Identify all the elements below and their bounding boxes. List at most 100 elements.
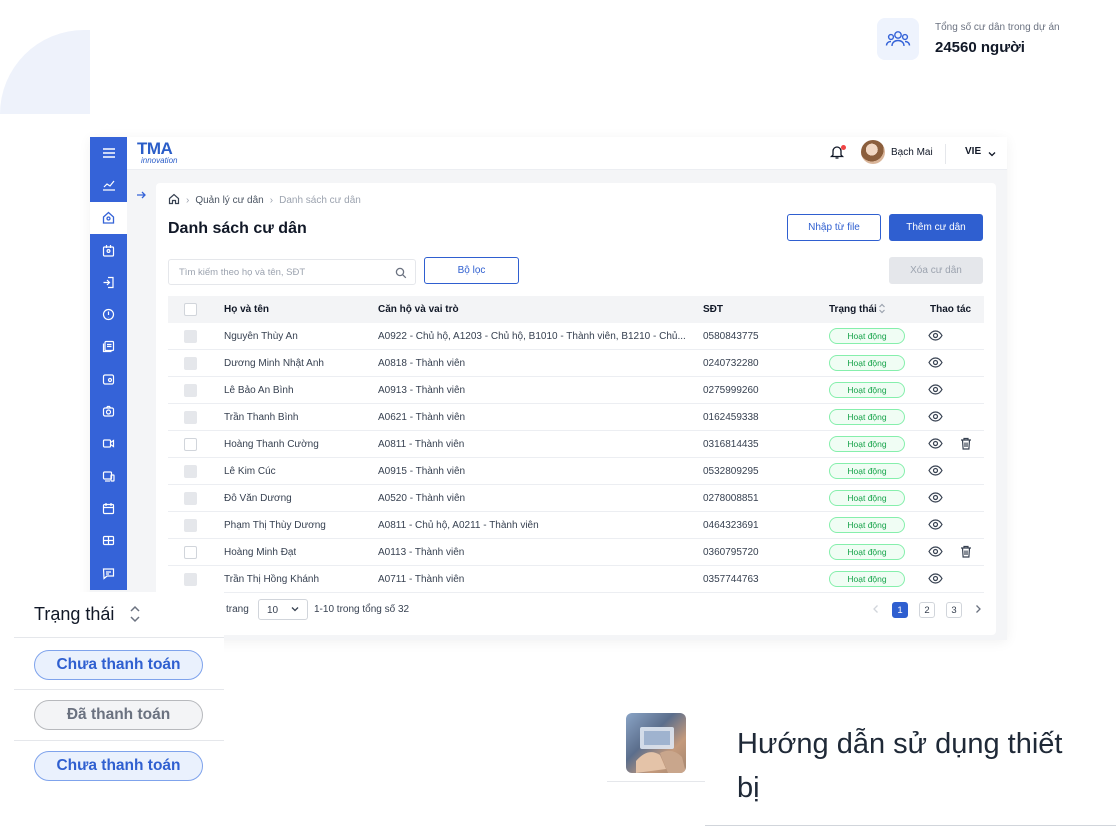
- row-checkbox[interactable]: [184, 573, 197, 586]
- prev-page-icon[interactable]: [872, 604, 880, 617]
- table-row[interactable]: Lê Kim Cúc A0915 - Thành viên 0532809295 Ho…: [168, 458, 984, 485]
- sidebar-item-devices[interactable]: [90, 460, 127, 492]
- header-divider: [945, 144, 946, 164]
- app-window: TMA innovation Bạch Mai VIE › Quản lý cư…: [90, 137, 1007, 640]
- breadcrumb-current: Danh sách cư dân: [279, 195, 361, 206]
- table-row[interactable]: Dương Minh Nhật Anh A0818 - Thành viên 024…: [168, 350, 984, 377]
- status-option-unpaid[interactable]: Chưa thanh toán: [34, 650, 203, 680]
- search-icon[interactable]: [395, 266, 407, 284]
- view-eye-icon[interactable]: [928, 438, 943, 452]
- company-logo[interactable]: TMA innovation: [137, 139, 199, 167]
- page-size-value: 10: [267, 605, 279, 616]
- breadcrumb: › Quản lý cư dân › Danh sách cư dân: [168, 193, 361, 208]
- column-status[interactable]: Trạng thái: [829, 304, 877, 315]
- filter-button[interactable]: Bộ lọc: [424, 257, 519, 284]
- language-selector[interactable]: VIE: [965, 146, 981, 157]
- menu-toggle-icon[interactable]: [90, 137, 127, 169]
- breadcrumb-separator: ›: [269, 195, 274, 206]
- table-row[interactable]: Trần Thanh Bình A0621 - Thành viên 0162459…: [168, 404, 984, 431]
- status-badge: Hoạt động: [829, 517, 905, 533]
- sort-icon[interactable]: [878, 303, 886, 317]
- view-eye-icon[interactable]: [928, 465, 943, 479]
- resident-phone: 0240732280: [703, 358, 759, 369]
- resident-apartment: A0818 - Thành viên: [378, 358, 466, 369]
- row-checkbox[interactable]: [184, 384, 197, 397]
- table-row[interactable]: Lê Bảo An Bình A0913 - Thành viên 02759992…: [168, 377, 984, 404]
- sidebar-item-news[interactable]: [90, 331, 127, 363]
- sidebar-item-feedback[interactable]: [90, 557, 127, 589]
- row-checkbox[interactable]: [184, 465, 197, 478]
- resident-name: Trần Thanh Bình: [224, 412, 299, 423]
- resident-phone: 0464323691: [703, 520, 759, 531]
- table-row[interactable]: Hoàng Thanh Cường A0811 - Thành viên 03168…: [168, 431, 984, 458]
- user-name[interactable]: Bạch Mai: [891, 147, 933, 158]
- sidebar-item-alerts[interactable]: [90, 298, 127, 330]
- resident-name: Hoàng Minh Đạt: [224, 547, 297, 558]
- next-page-icon[interactable]: [974, 604, 982, 617]
- view-eye-icon[interactable]: [928, 573, 943, 587]
- resident-name: Hoàng Thanh Cường: [224, 439, 319, 450]
- row-checkbox[interactable]: [184, 411, 197, 424]
- select-all-checkbox[interactable]: [184, 303, 197, 316]
- table-row[interactable]: Trần Thị Hồng Khánh A0711 - Thành viên 035…: [168, 566, 984, 593]
- row-checkbox[interactable]: [184, 330, 197, 343]
- page-button-3[interactable]: 3: [946, 602, 962, 618]
- table-row[interactable]: Phạm Thị Thùy Dương A0811 - Chủ hộ, A0211…: [168, 512, 984, 539]
- chevron-down-icon[interactable]: [987, 146, 997, 164]
- sidebar-item-payments[interactable]: [90, 363, 127, 395]
- breadcrumb-parent[interactable]: Quản lý cư dân: [195, 195, 263, 206]
- resident-apartment: A0621 - Thành viên: [378, 412, 466, 423]
- page-size-select[interactable]: 10: [258, 599, 308, 620]
- view-eye-icon[interactable]: [928, 411, 943, 425]
- view-eye-icon[interactable]: [928, 357, 943, 371]
- device-guide-image[interactable]: [626, 713, 686, 773]
- notification-bell-icon[interactable]: [829, 144, 847, 162]
- status-badge: Hoạt động: [829, 382, 905, 398]
- table-row[interactable]: Hoàng Minh Đạt A0113 - Thành viên 03607957…: [168, 539, 984, 566]
- sort-icon[interactable]: [128, 604, 142, 629]
- view-eye-icon[interactable]: [928, 492, 943, 506]
- resident-apartment: A0922 - Chủ hộ, A1203 - Chủ hộ, B1010 - …: [378, 331, 686, 342]
- sidebar-item-facilities[interactable]: [90, 525, 127, 557]
- page-button-2[interactable]: 2: [919, 602, 935, 618]
- page-button-1[interactable]: 1: [892, 602, 908, 618]
- view-eye-icon[interactable]: [928, 384, 943, 398]
- delete-trash-icon[interactable]: [960, 545, 972, 561]
- user-avatar[interactable]: [861, 140, 885, 164]
- table-row[interactable]: Đỗ Văn Dương A0520 - Thành viên 0278008851…: [168, 485, 984, 512]
- delete-trash-icon[interactable]: [960, 437, 972, 453]
- view-eye-icon[interactable]: [928, 330, 943, 344]
- row-checkbox[interactable]: [184, 438, 197, 451]
- resident-apartment: A0811 - Thành viên: [378, 439, 465, 450]
- delete-resident-button[interactable]: Xóa cư dân: [889, 257, 983, 284]
- resident-apartment: A0915 - Thành viên: [378, 466, 466, 477]
- search-input[interactable]: Tìm kiếm theo họ và tên, SĐT: [168, 259, 416, 285]
- sidebar-item-dashboard[interactable]: [90, 169, 127, 201]
- status-option-paid[interactable]: Đã thanh toán: [34, 700, 203, 730]
- expand-sidebar-icon[interactable]: [133, 187, 149, 203]
- import-file-button[interactable]: Nhập từ file: [787, 214, 881, 241]
- sidebar-item-staff[interactable]: [90, 234, 127, 266]
- sidebar-item-access[interactable]: [90, 266, 127, 298]
- status-option-unpaid[interactable]: Chưa thanh toán: [34, 751, 203, 781]
- sidebar-item-camera[interactable]: [90, 395, 127, 427]
- view-eye-icon[interactable]: [928, 519, 943, 533]
- row-checkbox[interactable]: [184, 357, 197, 370]
- column-apartment: Căn hộ và vai trò: [378, 304, 459, 315]
- resident-name: Trần Thị Hồng Khánh: [224, 574, 320, 585]
- add-resident-button[interactable]: Thêm cư dân: [889, 214, 983, 241]
- sidebar-item-video[interactable]: [90, 428, 127, 460]
- status-badge: Hoạt động: [829, 409, 905, 425]
- guide-divider: [607, 781, 705, 782]
- row-checkbox[interactable]: [184, 492, 197, 505]
- sidebar-item-residents[interactable]: [90, 201, 127, 234]
- home-icon[interactable]: [168, 193, 180, 208]
- sidebar-item-calendar[interactable]: [90, 492, 127, 524]
- table-row[interactable]: Nguyễn Thùy An A0922 - Chủ hộ, A1203 - Ch…: [168, 323, 984, 350]
- row-checkbox[interactable]: [184, 519, 197, 532]
- row-checkbox[interactable]: [184, 546, 197, 559]
- resident-phone: 0275999260: [703, 385, 759, 396]
- view-eye-icon[interactable]: [928, 546, 943, 560]
- device-guide-title[interactable]: Hướng dẫn sử dụng thiết bị: [737, 722, 1087, 810]
- pagination: trang 10 1-10 trong tổng số 32 1 2 3: [168, 599, 984, 621]
